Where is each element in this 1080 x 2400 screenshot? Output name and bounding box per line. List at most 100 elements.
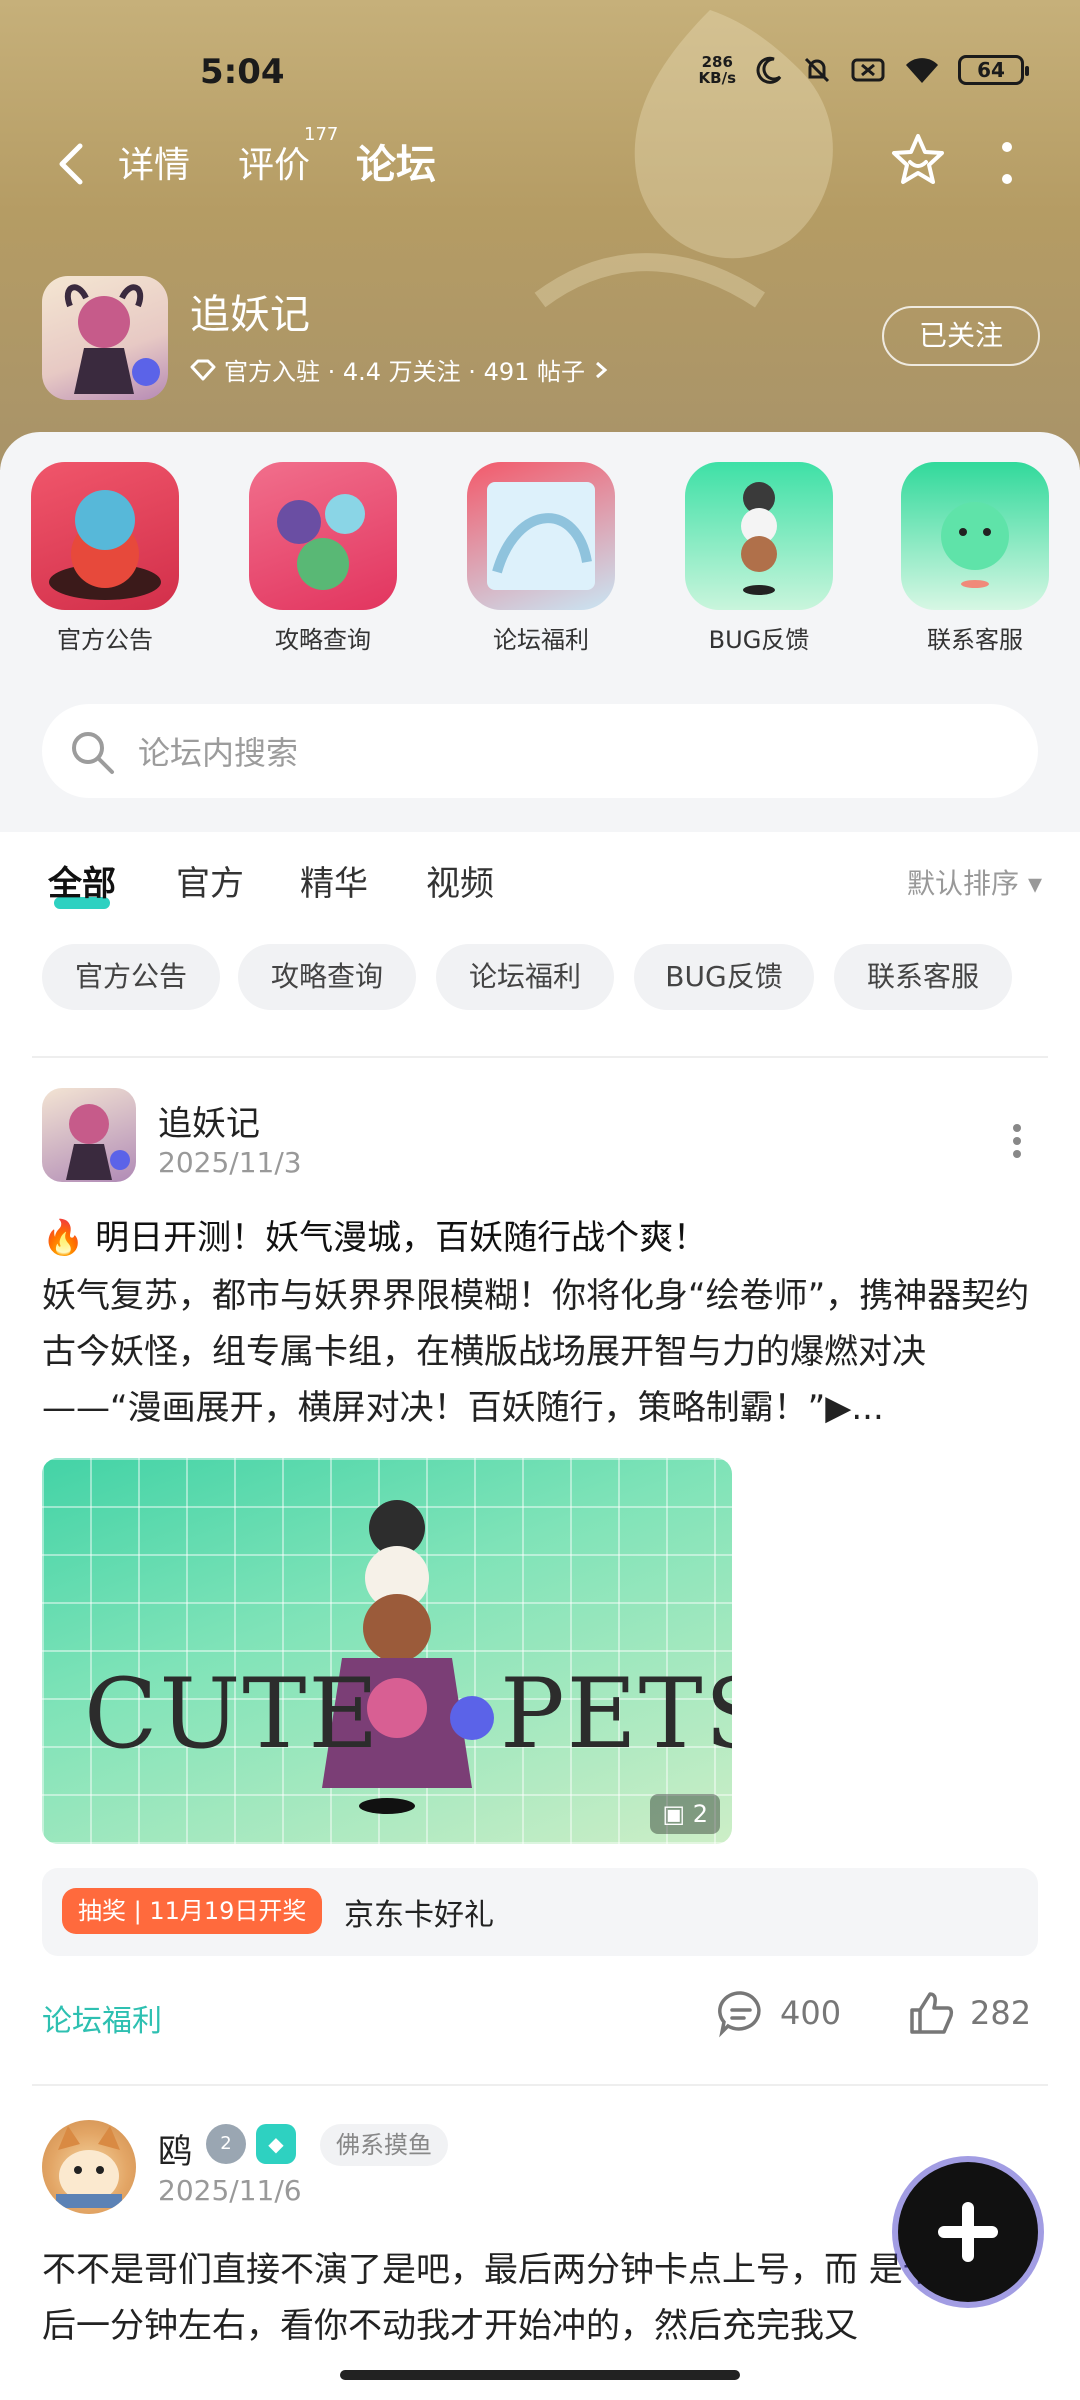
shortcut-welfare-image [467, 462, 615, 610]
network-speed-value: 286 [701, 53, 733, 71]
favorite-star-icon[interactable] [890, 132, 946, 188]
filter-tab-official[interactable]: 官方 [176, 856, 244, 905]
shortcut-row: 官方公告 攻略查询 论坛福利 BUG反馈 联系客服 [0, 462, 1080, 662]
avatar-art [66, 1104, 130, 1180]
game-header: 追妖记 官方入驻 · 4.4 万关注 · 491 帖子 已关注 [42, 276, 1042, 400]
game-title: 追妖记 [190, 292, 310, 338]
shortcut-support[interactable]: 联系客服 [900, 462, 1050, 655]
status-bar: 5:04 286 KB/s 64 [0, 52, 1080, 102]
post-date: 2025/11/3 [158, 1146, 302, 1179]
moon-icon [756, 56, 782, 84]
shortcut-bug-report[interactable]: BUG反馈 [684, 462, 834, 655]
chip-guides[interactable]: 攻略查询 [238, 944, 416, 1010]
search-placeholder: 论坛内搜索 [138, 734, 299, 772]
shortcut-announcements-label: 官方公告 [57, 626, 153, 654]
shortcut-guides[interactable]: 攻略查询 [248, 462, 398, 655]
shortcut-bug-report-label: BUG反馈 [708, 626, 810, 654]
no-sim-icon [851, 58, 885, 82]
verified-badge-icon: ◆ [256, 2124, 296, 2164]
avatar[interactable] [42, 1088, 136, 1182]
lottery-prize: 京东卡好礼 [344, 1898, 494, 1933]
shortcut-welfare[interactable]: 论坛福利 [466, 462, 616, 655]
thumbs-up-icon [910, 1992, 954, 2034]
image-icon: ▣ [662, 1800, 686, 1828]
game-icon-art [65, 284, 160, 394]
battery-indicator: 64 [958, 55, 1029, 85]
post-image[interactable]: CUTE PETS ▣ 2 [42, 1458, 732, 1844]
game-icon[interactable] [42, 276, 168, 400]
back-arrow-icon[interactable] [52, 140, 92, 188]
post-author[interactable]: 追妖记 [158, 1096, 260, 1145]
chip-welfare[interactable]: 论坛福利 [436, 944, 614, 1010]
shortcut-announcements-art [49, 490, 161, 600]
top-nav: 详情 评价 177 论坛 [0, 124, 1080, 200]
shortcut-announcements-image [31, 462, 179, 610]
wifi-icon [906, 58, 938, 83]
shortcut-support-art [941, 502, 1009, 588]
review-count-badge: 177 [304, 124, 339, 145]
forum-search-bar[interactable]: 论坛内搜索 [42, 704, 1038, 798]
shortcut-welfare-label: 论坛福利 [493, 626, 589, 654]
comment-count: 400 [780, 1994, 842, 2032]
tab-forum[interactable]: 论坛 [352, 132, 442, 194]
image-count: 2 [692, 1800, 708, 1828]
post-body: 不不是哥们直接不演了是吧，最后两分钟卡点上号，而 是卡到最后一分钟左右，看你不动… [42, 2250, 1005, 2346]
filter-tab-video[interactable]: 视频 [426, 856, 494, 905]
post-title: 🔥 明日开测！妖气漫城，百妖随行战个爽！ [42, 1218, 708, 1258]
comment-button[interactable]: 400 [716, 1988, 841, 2038]
header-banner: 5:04 286 KB/s 64 详情 评价 177 论坛 追妖记 官方入驻 ·… [0, 0, 1080, 470]
follow-button[interactable]: 已关注 [882, 306, 1040, 366]
tab-details[interactable]: 详情 [118, 136, 190, 188]
shortcut-announcements[interactable]: 官方公告 [30, 462, 180, 655]
status-time: 5:04 [200, 52, 285, 92]
diamond-icon [190, 359, 216, 380]
shortcut-bug-report-image [685, 462, 833, 610]
game-meta[interactable]: 官方入驻 · 4.4 万关注 · 491 帖子 [190, 352, 609, 387]
post-image-caption-right: PETS [500, 1658, 732, 1770]
post-author[interactable]: 鸥 [158, 2124, 192, 2173]
network-speed: 286 KB/s [699, 54, 736, 86]
chip-bug-report[interactable]: BUG反馈 [634, 944, 814, 1010]
sort-dropdown[interactable]: 默认排序 ▾ [907, 862, 1042, 902]
image-count-badge: ▣ 2 [650, 1794, 720, 1834]
filter-tab-featured[interactable]: 精华 [300, 856, 368, 905]
avatar-art [56, 2126, 122, 2208]
shortcut-support-image [901, 462, 1049, 610]
create-post-button[interactable] [898, 2162, 1038, 2302]
user-title-tag: 佛系摸鱼 [320, 2124, 448, 2166]
divider [32, 1056, 1048, 1058]
shortcut-bug-report-art [741, 482, 777, 595]
more-vertical-icon[interactable] [1000, 140, 1014, 186]
lottery-banner[interactable]: 抽奖 | 11月19日开奖 京东卡好礼 [42, 1868, 1038, 1956]
comment-icon [718, 1991, 761, 2038]
tab-reviews[interactable]: 评价 [238, 136, 310, 188]
lottery-tag: 抽奖 | 11月19日开奖 [62, 1888, 323, 1934]
sort-label: 默认排序 [907, 867, 1020, 900]
chip-support[interactable]: 联系客服 [834, 944, 1012, 1010]
post-more-icon[interactable] [1012, 1124, 1022, 1158]
shortcut-support-label: 联系客服 [927, 626, 1023, 654]
chevron-right-icon [596, 361, 608, 378]
chip-announcements[interactable]: 官方公告 [42, 944, 220, 1010]
post-body: 妖气复苏，都市与妖界界限模糊！你将化身“绘卷师”，携神器契约古今妖怪，组专属卡组… [42, 1276, 1030, 1428]
forum-panel: 官方公告 攻略查询 论坛福利 BUG反馈 联系客服 论坛内搜索 [0, 432, 1080, 832]
like-button[interactable]: 282 [906, 1988, 1031, 2038]
shortcut-guides-image [249, 462, 397, 610]
category-chips: 官方公告 攻略查询 论坛福利 BUG反馈 联系客服 [42, 944, 1042, 1014]
post-forum-link[interactable]: 论坛福利 [42, 1996, 162, 2040]
post-image-art [322, 1500, 494, 1814]
avatar[interactable] [42, 2120, 136, 2214]
shortcut-guides-label: 攻略查询 [275, 626, 371, 654]
post-image-caption-left: CUTE [84, 1658, 381, 1770]
shortcut-guides-art [277, 494, 365, 590]
network-speed-unit: KB/s [698, 69, 736, 87]
home-indicator[interactable] [340, 2370, 740, 2380]
plus-icon-vertical [962, 2202, 974, 2262]
status-icons: 286 KB/s 64 [699, 54, 1029, 86]
filter-tab-all[interactable]: 全部 [48, 856, 116, 909]
divider [32, 2084, 1048, 2086]
mute-bell-icon [804, 57, 830, 83]
post-date: 2025/11/6 [158, 2174, 302, 2207]
caret-down-icon: ▾ [1027, 867, 1042, 900]
search-icon [72, 732, 114, 774]
